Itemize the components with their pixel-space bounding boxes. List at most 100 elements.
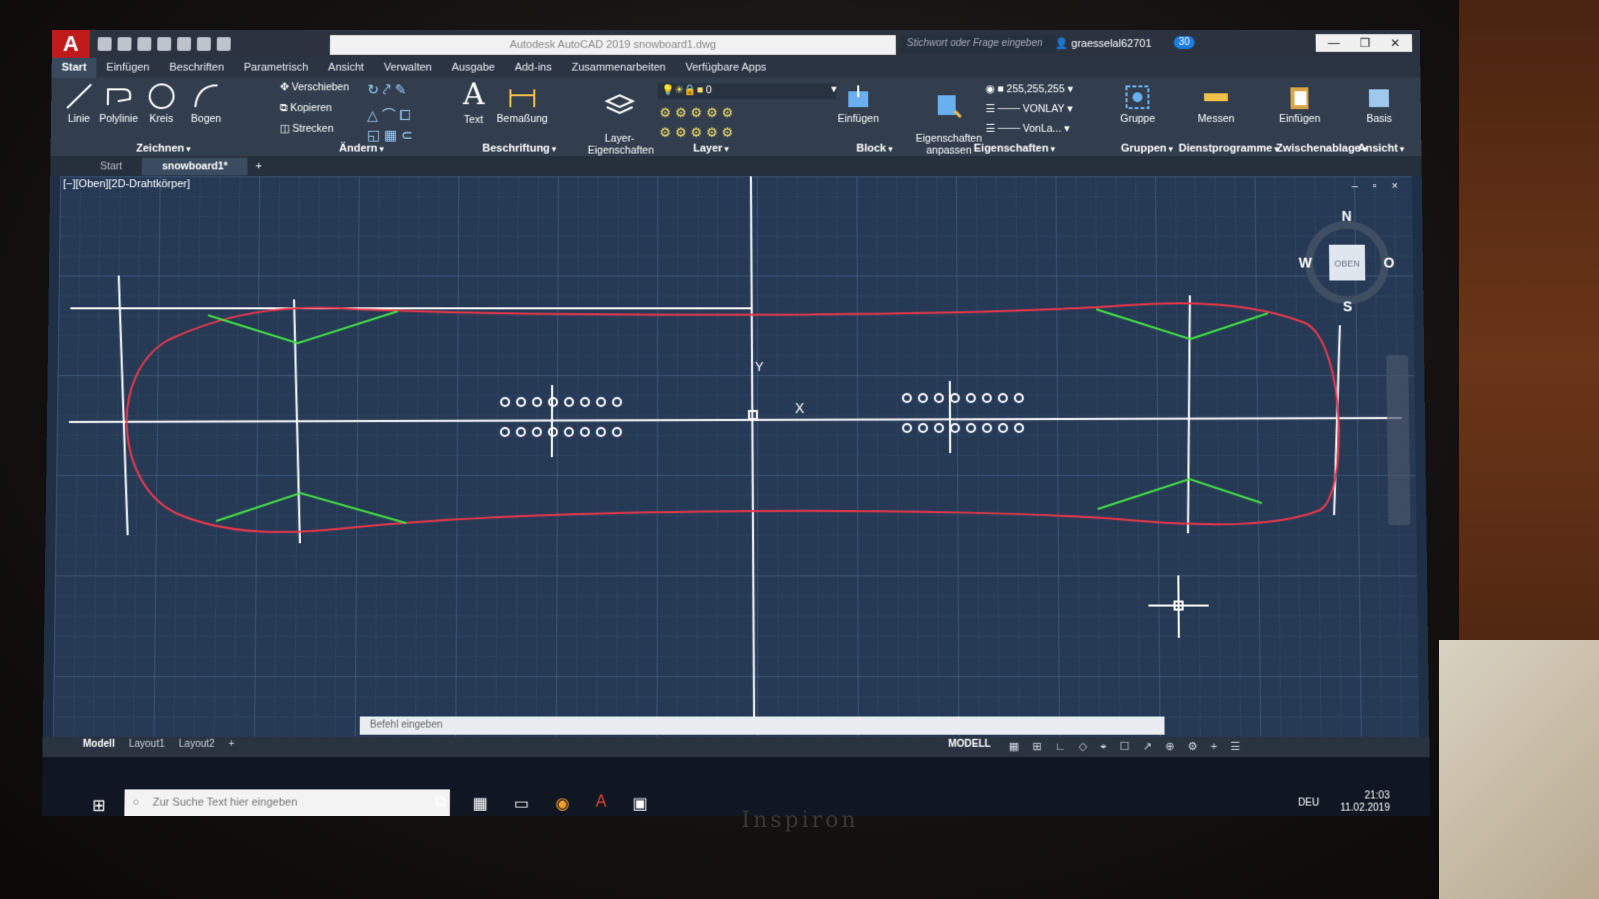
panel-beschriftung[interactable]: Beschriftung <box>482 143 556 155</box>
lineweight-dropdown[interactable]: ☰ ─── VonLa... ▾ <box>986 123 1105 135</box>
tab-start[interactable]: Start <box>51 57 97 78</box>
insert-block-icon <box>848 83 869 108</box>
laptop-screen: A Autodesk AutoCAD 2019 snowboard1.dwg S… <box>41 30 1431 816</box>
photos-icon[interactable]: ▣ <box>633 793 648 813</box>
user-account[interactable]: 👤 graesselal62701 <box>1055 37 1152 50</box>
notification-badge[interactable]: 30 <box>1173 36 1195 49</box>
clock-date: 11.02.2019 <box>1340 802 1390 814</box>
title-bar: A Autodesk AutoCAD 2019 snowboard1.dwg S… <box>51 30 1421 58</box>
panel-eigenschaften[interactable]: Eigenschaften <box>974 143 1055 155</box>
rotate-icon[interactable]: ↻ ⤤ ✎ <box>367 81 406 98</box>
panel-dienstprogramme[interactable]: Dienstprogramme <box>1179 143 1279 155</box>
tab-addins[interactable]: Add-ins <box>505 58 562 78</box>
color-wheel-icon: ◉ ■ <box>985 83 1004 96</box>
linetype-dropdown[interactable]: ☰ ─── VONLAY ▾ <box>985 103 1104 115</box>
compass-w[interactable]: W <box>1299 255 1313 271</box>
calendar-icon[interactable]: ▦ <box>472 793 487 813</box>
model-space-toggle[interactable]: MODELL <box>948 739 991 750</box>
navigation-bar[interactable] <box>1386 355 1411 526</box>
close-button[interactable]: ✕ <box>1390 36 1400 50</box>
taskbar-search-input[interactable]: ○ Zur Suche Text hier eingeben <box>124 789 450 816</box>
compass-s[interactable]: S <box>1343 298 1353 314</box>
tab-verwalten[interactable]: Verwalten <box>374 58 442 78</box>
base-view-button[interactable]: Basis <box>1359 83 1399 125</box>
line-button[interactable]: Linie <box>59 81 99 125</box>
move-button[interactable]: ✥ Verschieben <box>280 81 349 93</box>
layer-properties-button[interactable]: Layer- Eigenschaften <box>588 79 654 157</box>
drafting-settings-icons[interactable]: ▦ ⊞ ∟ ◇ ⌖ ☐ ↗ ⊕ ⚙ + ☰ <box>1009 740 1246 754</box>
redo-icon[interactable] <box>216 37 231 51</box>
group-button[interactable]: Gruppe <box>1118 83 1156 125</box>
task-view-icon[interactable]: ⧉ <box>435 793 447 813</box>
panel-zwischenablage[interactable]: Zwischenablage <box>1276 143 1367 155</box>
measure-button[interactable]: Messen <box>1194 83 1238 125</box>
language-indicator[interactable]: DEU <box>1298 798 1319 809</box>
open-icon[interactable] <box>117 37 132 51</box>
save-as-icon[interactable] <box>157 37 172 51</box>
copy-label: Kopieren <box>290 102 332 115</box>
dimension-button[interactable]: Bemaßung <box>494 81 550 125</box>
windows-start-icon[interactable]: ⊞ <box>92 795 106 815</box>
tab-beschriften[interactable]: Beschriften <box>159 58 234 78</box>
undo-icon[interactable] <box>196 37 211 51</box>
panel-block[interactable]: Block <box>856 143 892 155</box>
stretch-button[interactable]: ◫ Strecken <box>280 123 334 135</box>
save-icon[interactable] <box>137 37 152 51</box>
layer-dropdown[interactable]: 💡☀🔒■ 0 ▾ <box>657 83 837 100</box>
restore-button[interactable]: ❐ <box>1359 36 1370 50</box>
insert-hole <box>580 397 591 408</box>
insert-block-button[interactable]: Einfügen <box>836 83 880 125</box>
tab-parametrisch[interactable]: Parametrisch <box>234 58 318 78</box>
minimize-button[interactable]: — <box>1328 36 1340 50</box>
group-label: Gruppe <box>1120 113 1156 125</box>
panel-layer[interactable]: Layer <box>693 143 728 155</box>
clipboard-icon <box>1290 87 1309 110</box>
drawing-canvas[interactable]: Y X OBEN N S W O <box>53 176 1419 736</box>
compass-o[interactable]: O <box>1383 255 1394 271</box>
tab-verfuegbare-apps[interactable]: Verfügbare Apps <box>676 58 777 78</box>
drawing-viewport[interactable]: [−][Oben][2D-Drahtkörper] – ▫ × Y X OBEN… <box>52 176 1420 737</box>
copy-button[interactable]: ⧉ Kopieren <box>280 102 332 115</box>
panel-ansicht[interactable]: Ansicht <box>1358 143 1404 155</box>
new-tab-button[interactable]: + <box>247 158 269 176</box>
sidecut-lines <box>208 309 1270 523</box>
compass-n[interactable]: N <box>1341 208 1351 224</box>
command-line-input[interactable]: Befehl eingeben <box>359 716 1165 735</box>
browser-icon[interactable]: ◉ <box>555 793 569 813</box>
scale-icon[interactable]: ◱ ▦ ⊂ <box>367 127 413 144</box>
text-button[interactable]: A Text <box>457 78 491 126</box>
plot-icon[interactable] <box>177 37 192 51</box>
crosshair-cursor <box>1148 575 1209 637</box>
tab-ausgabe[interactable]: Ausgabe <box>442 58 505 78</box>
construction-lines <box>65 176 1403 716</box>
circle-button[interactable]: Kreis <box>144 81 178 125</box>
tab-layout1[interactable]: Layout1 <box>129 739 165 750</box>
viewcube[interactable]: OBEN N S W O <box>1298 208 1395 314</box>
layer-tools-icon[interactable]: ⚙⚙⚙⚙⚙ <box>659 105 737 121</box>
panel-aendern[interactable]: Ändern <box>339 143 384 155</box>
arc-button[interactable]: Bogen <box>186 81 226 125</box>
autocad-logo[interactable]: A <box>51 30 90 58</box>
tab-einfuegen[interactable]: Einfügen <box>96 58 159 78</box>
autocad-taskbar-icon[interactable]: A <box>596 793 607 813</box>
new-icon[interactable] <box>97 37 112 51</box>
tab-zusammenarbeiten[interactable]: Zusammenarbeiten <box>562 58 676 78</box>
tab-start-page[interactable]: Start <box>80 158 142 176</box>
layer-state-icon[interactable]: ⚙⚙⚙⚙⚙ <box>659 125 737 141</box>
help-search-input[interactable]: Stichwort oder Frage eingeben <box>900 35 1056 53</box>
insert-hole <box>949 422 960 433</box>
tab-snowboard1[interactable]: snowboard1* <box>142 157 248 176</box>
add-layout-button[interactable]: + <box>229 739 235 750</box>
base-view-label: Basis <box>1366 113 1393 125</box>
mirror-icon[interactable]: △ ⌒ ⧠ <box>367 105 411 125</box>
file-explorer-icon[interactable]: ▭ <box>514 793 529 813</box>
tab-modell[interactable]: Modell <box>83 739 115 750</box>
system-clock[interactable]: 21:03 11.02.2019 <box>1340 790 1390 814</box>
polyline-button[interactable]: Polylinie <box>97 81 141 125</box>
tab-layout2[interactable]: Layout2 <box>179 739 215 750</box>
panel-gruppen[interactable]: Gruppen <box>1121 143 1173 155</box>
tab-ansicht[interactable]: Ansicht <box>318 58 374 78</box>
paste-button[interactable]: Einfügen <box>1277 83 1321 125</box>
color-dropdown[interactable]: ◉ ■ 255,255,255 ▾ <box>985 83 1104 97</box>
panel-zeichnen[interactable]: Zeichnen <box>136 143 190 155</box>
